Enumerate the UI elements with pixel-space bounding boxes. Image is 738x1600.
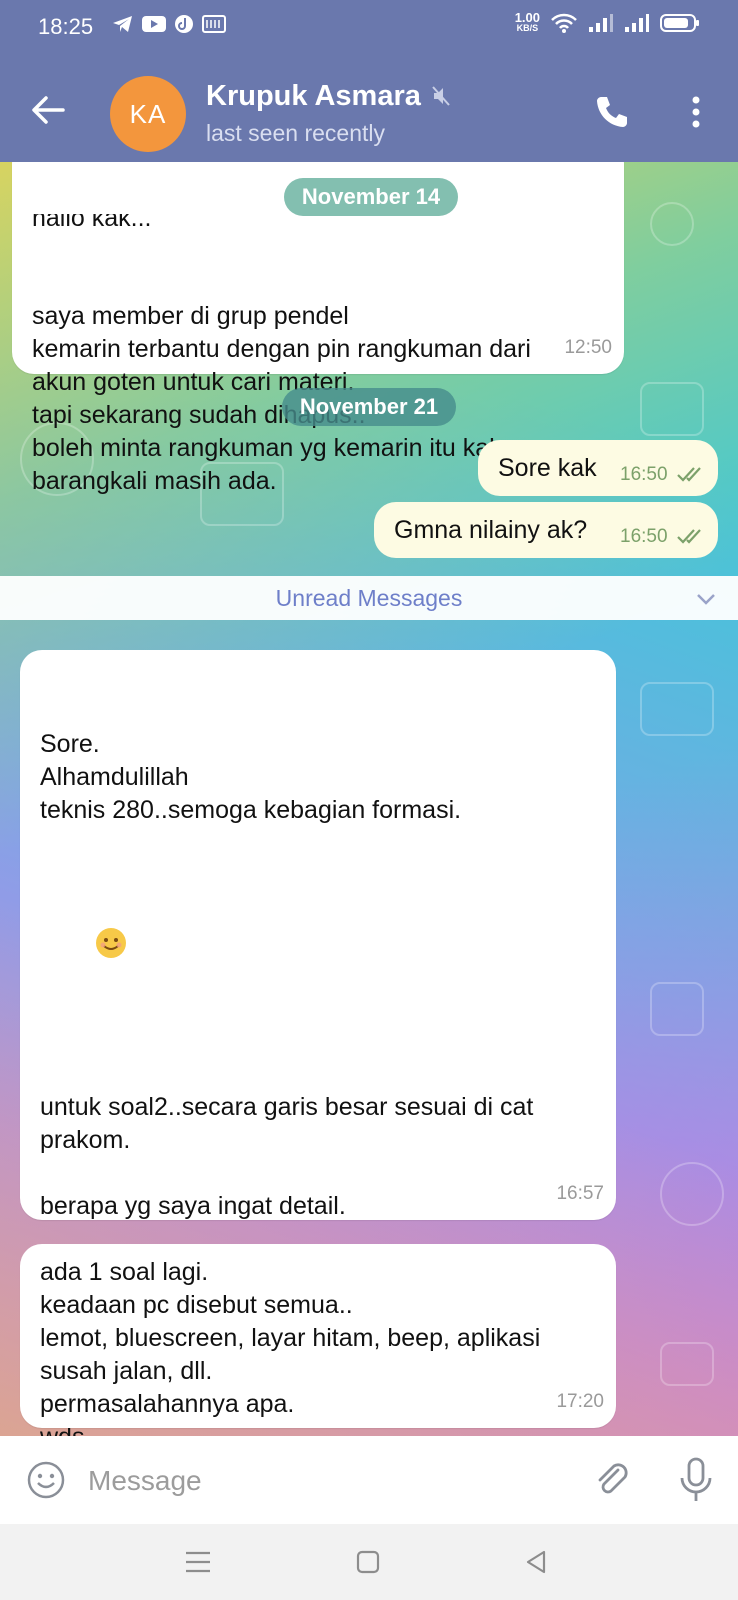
unread-messages-divider: Unread Messages bbox=[0, 576, 738, 620]
emoji-picker-button[interactable] bbox=[26, 1460, 66, 1500]
message-time: 16:57 bbox=[556, 1183, 604, 1204]
battery-icon bbox=[660, 14, 699, 32]
wallpaper-doodle bbox=[640, 682, 714, 736]
back-button[interactable] bbox=[28, 90, 68, 130]
date-divider: November 21 bbox=[282, 388, 456, 426]
unread-label: Unread Messages bbox=[275, 584, 463, 611]
message-text: ada 1 soal lagi. keadaan pc disebut semu… bbox=[40, 1258, 541, 1418]
back-triangle-icon[interactable] bbox=[518, 1544, 554, 1580]
chat-header: KA Krupuk Asmara last seen recently bbox=[0, 58, 738, 162]
avatar[interactable]: KA bbox=[110, 76, 186, 152]
chevron-down-icon[interactable] bbox=[694, 587, 718, 611]
telegram-icon bbox=[113, 16, 132, 32]
status-time: 18:25 bbox=[38, 14, 94, 39]
double-check-icon bbox=[677, 467, 701, 482]
outgoing-message-bubble[interactable]: Sore kak 16:50 bbox=[478, 440, 718, 496]
line-spacer bbox=[40, 992, 533, 1025]
notification-icons bbox=[112, 14, 226, 34]
incoming-message-bubble[interactable]: ada 1 soal lagi. keadaan pc disebut semu… bbox=[20, 1244, 616, 1428]
smiling-face-emoji bbox=[40, 893, 533, 959]
message-time: 16:50 bbox=[620, 464, 668, 485]
wallpaper-doodle bbox=[660, 1342, 714, 1386]
incoming-message-bubble[interactable]: Sore. Alhamdulillah teknis 280..semoga k… bbox=[20, 650, 616, 1436]
message-partial-line: hallo kak... bbox=[32, 214, 152, 232]
paperclip-icon[interactable] bbox=[590, 1458, 634, 1502]
net-speed: 1.00 KB/S bbox=[514, 10, 540, 34]
wallpaper-doodle bbox=[650, 202, 694, 246]
message-body: saya member di grup pendel kemarin terba… bbox=[32, 302, 531, 495]
signal-icon-2 bbox=[625, 14, 649, 32]
outgoing-message-bubble[interactable]: Gmna nilainy ak? 16:50 bbox=[374, 502, 718, 558]
last-seen-status: last seen recently bbox=[206, 120, 385, 146]
phone-call-button[interactable] bbox=[592, 92, 632, 132]
message-composer bbox=[0, 1436, 738, 1524]
message-time: 12:50 bbox=[564, 337, 612, 358]
message-time: 17:20 bbox=[556, 1391, 604, 1412]
system-indicators: 1.00 KB/S bbox=[514, 10, 700, 34]
message-text: Sore kak bbox=[498, 454, 597, 482]
wallpaper-doodle bbox=[660, 1162, 724, 1226]
chat-area[interactable]: hallo kak... saya member di grup pendel … bbox=[0, 162, 738, 1436]
message-text: Gmna nilainy ak? bbox=[394, 516, 588, 544]
net-speed-unit: KB/S bbox=[516, 23, 539, 33]
wallpaper-doodle bbox=[640, 382, 704, 436]
youtube-icon bbox=[142, 16, 166, 32]
tiktok-icon bbox=[175, 15, 193, 33]
emoji-icon bbox=[95, 928, 126, 959]
signal-icon bbox=[589, 14, 613, 32]
contact-name[interactable]: Krupuk Asmara bbox=[206, 80, 421, 113]
microphone-icon[interactable] bbox=[678, 1456, 714, 1504]
message-input[interactable] bbox=[86, 1458, 560, 1504]
arrow-left-icon bbox=[32, 96, 65, 124]
wallpaper-doodle bbox=[650, 982, 704, 1036]
bank-app-icon bbox=[202, 15, 226, 33]
double-check-icon bbox=[677, 529, 701, 544]
mute-icon bbox=[432, 86, 450, 106]
more-options-button[interactable] bbox=[686, 92, 706, 132]
net-speed-value: 1.00 bbox=[514, 10, 540, 25]
wifi-icon bbox=[551, 13, 577, 33]
home-icon[interactable] bbox=[350, 1544, 386, 1580]
menu-icon[interactable] bbox=[180, 1544, 216, 1580]
date-divider: November 14 bbox=[284, 178, 458, 216]
system-navigation-bar bbox=[0, 1524, 738, 1600]
message-body-part1: Sore. Alhamdulillah teknis 280..semoga k… bbox=[40, 730, 462, 824]
message-time: 16:50 bbox=[620, 526, 668, 547]
status-bar: 18:25 1.00 KB/S bbox=[0, 0, 738, 58]
